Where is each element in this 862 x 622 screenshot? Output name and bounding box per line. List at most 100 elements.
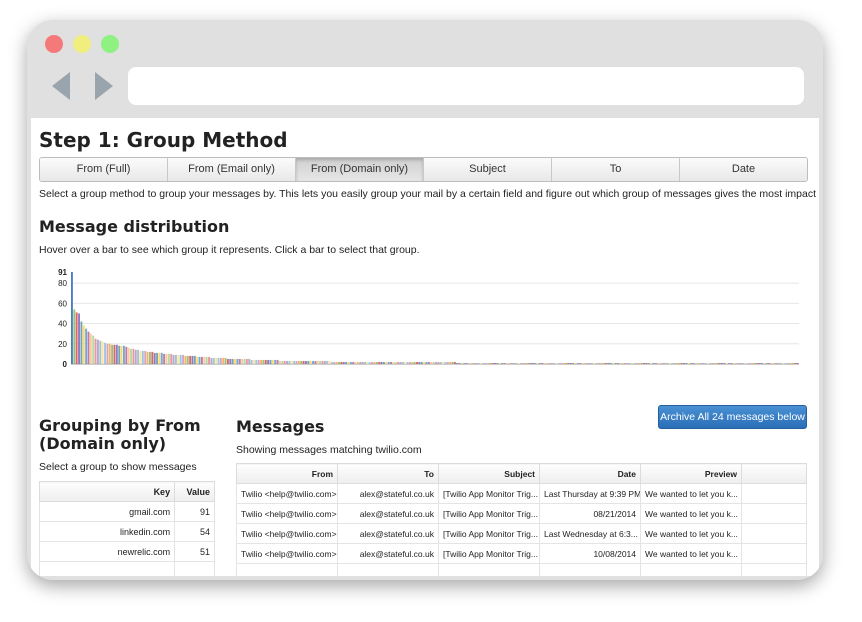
table-row[interactable] [38,561,215,576]
chart-bar[interactable] [331,361,333,364]
chart-bar[interactable] [628,362,631,364]
chart-bar[interactable] [326,360,329,364]
chart-bar[interactable] [300,360,303,364]
chart-bar[interactable] [179,354,182,364]
chart-bar[interactable] [548,362,551,364]
chart-bar[interactable] [529,362,532,364]
chart-bar[interactable] [520,362,522,364]
chart-bar[interactable] [789,362,792,364]
chart-bar[interactable] [357,361,359,364]
chart-bar[interactable] [449,361,452,364]
chart-bar[interactable] [581,362,584,364]
chart-bar[interactable] [281,360,284,364]
chart-bar[interactable] [85,328,88,364]
chart-bar[interactable] [617,362,619,364]
chart-bar[interactable] [723,362,726,364]
chart-bar[interactable] [210,357,213,364]
chart-bar[interactable] [413,361,416,364]
column-header-to[interactable]: To [337,463,439,484]
chart-bar[interactable] [101,341,104,364]
chart-bar[interactable] [765,362,768,364]
chart-bar[interactable] [664,362,667,364]
chart-bar[interactable] [735,362,738,364]
chart-bar[interactable] [92,335,95,364]
chart-bar[interactable] [659,362,662,364]
chart-bar[interactable] [574,362,577,364]
chart-bar[interactable] [631,362,634,364]
chart-bar[interactable] [711,362,714,364]
chart-bar[interactable] [702,362,704,364]
chart-bar[interactable] [487,362,489,364]
chart-bar[interactable] [316,360,319,364]
chart-bar[interactable] [470,362,473,364]
chart-bar[interactable] [288,360,291,364]
chart-bar[interactable] [619,362,622,364]
chart-bar[interactable] [312,360,314,364]
chart-bar[interactable] [307,360,310,364]
chart-bar[interactable] [231,358,234,364]
chart-bar[interactable] [248,358,251,364]
chart-bar[interactable] [345,361,348,364]
chart-bar[interactable] [260,359,262,364]
chart-bar[interactable] [586,362,589,364]
chart-bar[interactable] [484,362,487,364]
chart-bar[interactable] [375,361,378,364]
table-row[interactable]: linkedin.com 54 [38,521,215,542]
chart-bar[interactable] [624,362,626,364]
chart-bar[interactable] [439,361,442,364]
chart-bar[interactable] [609,362,612,364]
chart-bar[interactable] [546,362,548,364]
chart-bar[interactable] [290,360,293,364]
chart-bar[interactable] [645,362,648,364]
chart-bar[interactable] [661,362,664,364]
chart-bar[interactable] [257,359,260,364]
chart-bar[interactable] [243,358,246,364]
chart-bar[interactable] [749,362,752,364]
chart-bar[interactable] [401,361,404,364]
chart-bar[interactable] [508,362,511,364]
table-row[interactable]: Twilio <help@twilio.com> alex@stateful.c… [236,503,807,524]
chart-bar[interactable] [458,362,461,364]
chart-bar[interactable] [531,362,534,364]
chart-bar[interactable] [373,361,376,364]
chart-bar[interactable] [775,362,778,364]
chart-bar[interactable] [770,362,773,364]
chart-bar[interactable] [115,344,118,364]
chart-bar[interactable] [146,351,149,364]
chart-bar[interactable] [756,362,759,364]
chart-bar[interactable] [333,361,336,364]
chart-bar[interactable] [704,362,707,364]
chart-bar[interactable] [409,361,411,364]
chart-bar[interactable] [718,362,721,364]
chart-bar[interactable] [579,362,582,364]
chart-bar[interactable] [172,354,175,364]
chart-bar[interactable] [423,361,426,364]
chart-bar[interactable] [123,345,125,364]
chart-bar[interactable] [255,359,258,364]
chart-bar[interactable] [697,362,700,364]
chart-bar[interactable] [510,362,513,364]
chart-bar[interactable] [184,355,187,364]
chart-bar[interactable] [747,362,749,364]
chart-bar[interactable] [569,362,572,364]
chart-bar[interactable] [286,360,288,364]
chart-bar[interactable] [643,362,645,364]
chart-bar[interactable] [186,355,189,364]
table-row[interactable] [236,563,807,576]
chart-bar[interactable] [496,362,499,364]
chart-bar[interactable] [87,331,90,364]
chart-bar[interactable] [111,344,114,364]
chart-bar[interactable] [676,362,678,364]
chart-bar[interactable] [494,362,496,364]
chart-bar[interactable] [782,362,785,364]
chart-bar[interactable] [359,361,362,364]
chart-bar[interactable] [472,362,475,364]
chart-bar[interactable] [222,357,225,364]
chart-bar[interactable] [99,340,102,364]
chart-bar[interactable] [97,339,99,364]
chart-bar[interactable] [321,360,324,364]
column-header-value[interactable]: Value [174,481,215,502]
chart-bar[interactable] [489,362,492,364]
chart-bar[interactable] [160,352,163,364]
address-bar[interactable] [128,67,804,105]
